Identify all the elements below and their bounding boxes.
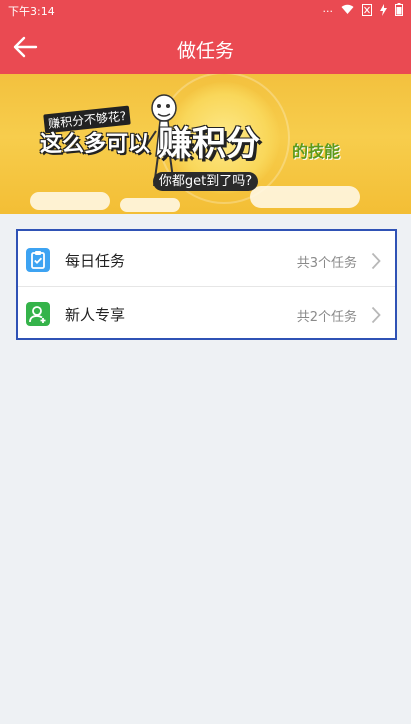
battery-icon (395, 3, 403, 19)
promo-banner[interactable]: 赚积分不够花? 这么多可以 赚积分 的技能 你都get到了吗? (0, 74, 411, 214)
chevron-right-icon (371, 306, 381, 324)
status-time: 下午3:14 (8, 5, 55, 18)
dots-icon: ··· (322, 4, 334, 18)
charging-icon (380, 3, 387, 19)
chevron-right-icon (371, 252, 381, 270)
task-list: 每日任务 共3个任务 新人专享 共2个任务 (16, 229, 397, 340)
task-label: 新人专享 (65, 306, 126, 324)
page-title: 做任务 (176, 40, 234, 62)
task-count: 共2个任务 (296, 310, 357, 325)
status-bar: 下午3:14 ··· (0, 0, 411, 20)
wifi-icon (341, 4, 354, 18)
list-item-daily-tasks[interactable]: 每日任务 共3个任务 (18, 234, 395, 287)
status-icons: ··· (322, 3, 403, 19)
banner-headline: 赚积分 (158, 124, 260, 164)
banner-headline-tail: 的技能 (292, 142, 341, 161)
banner-line-2: 这么多可以 (40, 132, 151, 157)
task-count: 共3个任务 (296, 256, 357, 271)
sim-icon (362, 3, 372, 19)
cloud-decoration (30, 192, 110, 210)
cloud-decoration (250, 186, 360, 208)
user-add-icon (26, 302, 50, 326)
banner-line-3-text: 你都get到了吗? (152, 172, 259, 191)
list-item-newcomer-tasks[interactable]: 新人专享 共2个任务 (18, 288, 395, 341)
clipboard-icon (26, 248, 50, 272)
task-label: 每日任务 (65, 252, 126, 270)
banner-line-3: 你都get到了吗? (0, 170, 411, 191)
app-header: 做任务 (0, 20, 411, 74)
cloud-decoration (120, 198, 180, 212)
